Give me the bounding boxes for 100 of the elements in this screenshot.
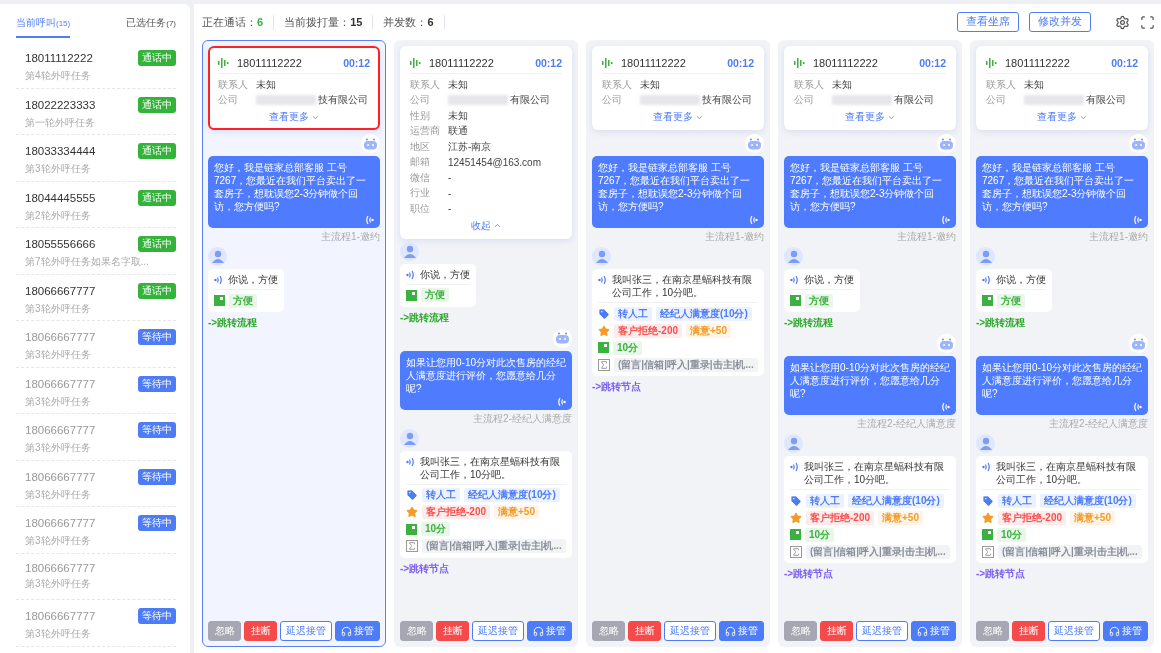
jump-link[interactable]: ->跳转节点 <box>976 567 1148 581</box>
toolbar-button[interactable]: 修改并发 <box>1029 12 1091 32</box>
toolbar-button[interactable]: 查看坐席 <box>957 12 1019 32</box>
action-button[interactable]: 接管 <box>1103 621 1148 641</box>
action-button[interactable]: 挂断 <box>628 621 661 641</box>
call-list-item[interactable]: 18066667777 等待中 第3轮外呼任务 <box>16 321 176 368</box>
tag-chip: (留言|信箱|呼入|重录|击主|机... <box>806 544 950 559</box>
tag-chip: 转人工 <box>998 493 1036 508</box>
list-tab[interactable]: 已选任务(7) <box>126 8 176 38</box>
tag-chip: 方便 <box>805 293 833 308</box>
action-button[interactable]: 忽略 <box>208 621 241 641</box>
message-text: 我叫张三，在南京星蝠科技有限公司工作，10分吧。 <box>996 460 1137 486</box>
book-icon <box>790 529 801 540</box>
user-avatar-icon <box>976 434 995 453</box>
call-list-item[interactable]: 18066667777 等待中 第3轮外呼任务 <box>16 507 176 554</box>
field-value: 技有限公司 <box>702 93 752 108</box>
sound-wave-icon <box>218 56 230 69</box>
expand-toggle[interactable]: 收起 <box>469 217 503 234</box>
call-column[interactable] <box>970 40 1154 647</box>
call-list-item[interactable]: 18066667777 等待中 第3轮外呼任务 <box>16 460 176 507</box>
expand-toggle[interactable]: 查看更多 <box>843 109 897 125</box>
jump-link[interactable]: ->跳转流程 <box>400 310 572 325</box>
call-column[interactable] <box>586 40 770 647</box>
call-list-item[interactable]: 18044445555 通话中 第2轮外呼任务 <box>16 181 176 228</box>
voice-icon <box>941 215 950 225</box>
flow-label: 主流程1-邀约 <box>321 230 380 244</box>
jump-link[interactable]: ->跳转节点 <box>592 380 764 394</box>
phone-number: 18066667777 <box>25 517 96 529</box>
expand-toggle[interactable]: 查看更多 <box>1035 109 1089 125</box>
call-list-item[interactable]: 18011112222 通话中 第4轮外呼任务 <box>16 42 176 89</box>
field-value: 有限公司 <box>894 93 934 108</box>
call-column[interactable] <box>394 40 578 647</box>
call-column[interactable]: 18011112222 00:12 联系人 未知 公司 技有限公司 查看更多 您好，我是链家总部客服 工号7267，您最近在我们平台卖出了一套房子，想耽误您2-3分钟做个回访，您方便吗? 主流程1-邀约 你说，方便 方便 ->跳转流程 忽略 挂断 延迟接管 接管 <box>202 40 386 647</box>
action-button[interactable]: 挂断 <box>244 621 277 641</box>
flow-label: 主流程1-邀约 <box>1089 230 1148 244</box>
action-button[interactable]: 接管 <box>527 621 572 641</box>
action-button[interactable]: 忽略 <box>592 621 625 641</box>
call-list-item[interactable]: 18066667777 等待中 第3轮外呼任务 <box>16 367 176 414</box>
tag-chip: 10分 <box>613 340 643 355</box>
task-name: 第3轮外呼任务 <box>25 441 92 455</box>
voice-icon <box>406 269 415 280</box>
sigma-icon <box>790 545 802 558</box>
call-list-item[interactable]: 18055556666 通话中 第7轮外呼任务如果名字取... <box>16 228 176 275</box>
action-button[interactable]: 延迟接管 <box>472 621 524 641</box>
phone-number: 18011112222 <box>813 56 879 69</box>
call-list-item[interactable]: 18066667777 通话中 第3轮外呼任务 <box>16 274 176 321</box>
call-duration: 00:12 <box>727 56 754 69</box>
field-label: 联系人 <box>602 77 633 92</box>
action-button[interactable]: 忽略 <box>400 621 433 641</box>
user-avatar-icon <box>784 434 803 453</box>
call-column[interactable] <box>778 40 962 647</box>
status-badge: 等待中 <box>138 468 176 485</box>
tag-chip: 方便 <box>421 288 449 302</box>
sound-wave-icon <box>602 56 614 69</box>
action-button[interactable]: 延迟接管 <box>856 621 908 641</box>
jump-link[interactable]: ->跳转流程 <box>976 316 1148 330</box>
sound-wave-icon <box>986 56 998 69</box>
phone-number: 18011112222 <box>25 52 93 64</box>
expand-toggle[interactable]: 查看更多 <box>651 109 705 125</box>
action-button[interactable]: 接管 <box>335 621 380 641</box>
field-label: 性别 <box>410 108 431 123</box>
headset-icon <box>533 625 544 637</box>
fullscreen-icon[interactable] <box>1140 14 1155 30</box>
field-label: 公司 <box>794 93 815 108</box>
action-button[interactable]: 忽略 <box>976 621 1009 641</box>
field-label: 联系人 <box>794 77 825 92</box>
action-button[interactable]: 接管 <box>911 621 956 641</box>
jump-link[interactable]: ->跳转节点 <box>400 561 572 576</box>
tag-chip: (留言|信箱|呼入|重录|击主|机... <box>422 539 566 553</box>
headset-icon <box>341 625 352 637</box>
call-list-item[interactable]: 18033334444 通话中 第3轮外呼任务 <box>16 135 176 182</box>
jump-link[interactable]: ->跳转流程 <box>208 316 380 330</box>
call-list-item[interactable]: 18066667777 第3轮外呼任务 <box>16 553 176 600</box>
status-badge: 等待中 <box>138 608 176 624</box>
settings-icon[interactable] <box>1115 14 1130 30</box>
action-button[interactable]: 忽略 <box>784 621 817 641</box>
action-button[interactable]: 接管 <box>719 621 764 641</box>
call-list-item[interactable]: 18066667777 等待中 第3轮外呼任务 <box>16 600 176 647</box>
list-tab[interactable]: 当前呼叫(15) <box>16 8 71 38</box>
field-value: - <box>448 172 452 184</box>
jump-link[interactable]: ->跳转流程 <box>784 316 956 330</box>
field-label: 运营商 <box>410 124 441 139</box>
field-label: 联系人 <box>218 77 249 92</box>
action-button[interactable]: 延迟接管 <box>280 621 332 641</box>
action-button[interactable]: 挂断 <box>1012 621 1045 641</box>
tag-chip: 客户拒绝-200 <box>614 323 682 338</box>
message-text: 如果让您用0-10分对此次售房的经纪人满意度进行评价，您愿意给几分呢? <box>982 361 1142 400</box>
phone-number: 18066667777 <box>25 377 96 390</box>
field-label: 公司 <box>986 93 1007 108</box>
action-button[interactable]: 延迟接管 <box>1048 621 1100 641</box>
expand-toggle[interactable]: 查看更多 <box>267 109 321 125</box>
action-button[interactable]: 延迟接管 <box>664 621 716 641</box>
jump-link[interactable]: ->跳转节点 <box>784 567 956 581</box>
action-button[interactable]: 挂断 <box>436 621 469 641</box>
action-button[interactable]: 挂断 <box>820 621 853 641</box>
field-value: 联通 <box>448 124 468 139</box>
tag-chip: 10分 <box>997 527 1027 542</box>
field-value: - <box>448 187 452 199</box>
book-icon <box>790 295 801 306</box>
call-list-item[interactable]: 18066667777 等待中 第3轮外呼任务 <box>16 414 176 461</box>
